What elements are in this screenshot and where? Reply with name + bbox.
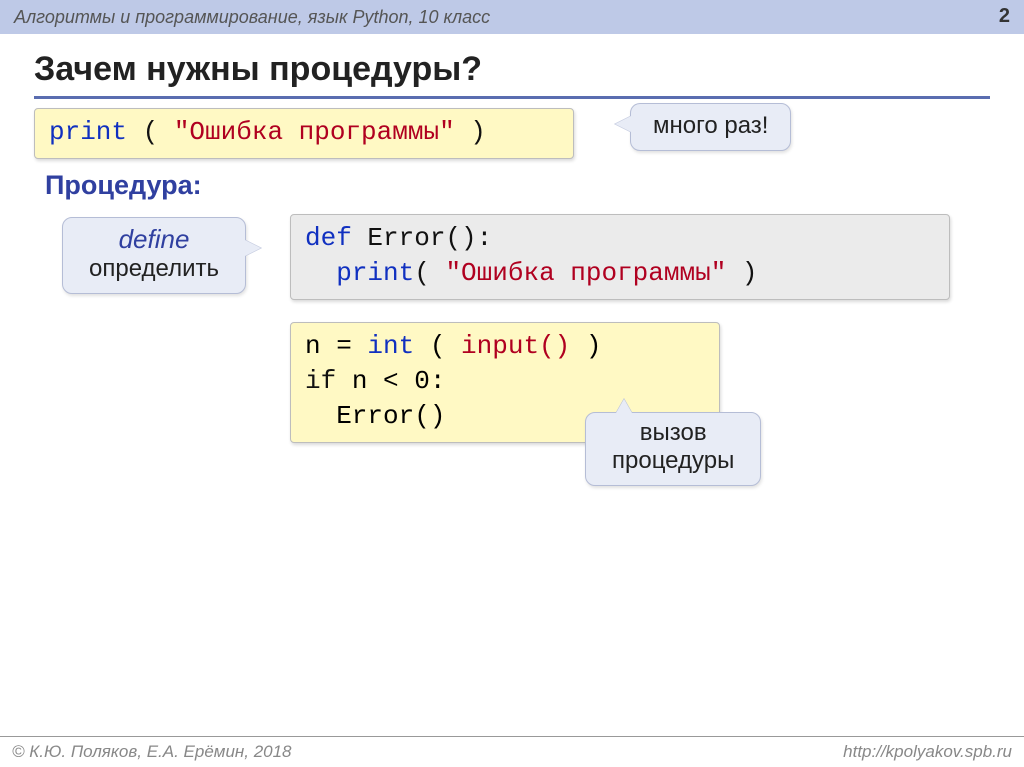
- string-literal: "Ошибка программы": [174, 117, 455, 147]
- course-title: Алгоритмы и программирование, язык Pytho…: [14, 7, 490, 28]
- callout-many-times: много раз!: [630, 103, 791, 151]
- callout-text: много раз!: [653, 112, 768, 139]
- code-call: Error(): [305, 401, 445, 431]
- define-word: define: [89, 224, 219, 255]
- title-rule: [34, 96, 990, 99]
- callout-line1: вызов: [612, 419, 734, 447]
- callout-line2: процедуры: [612, 447, 734, 475]
- keyword-def: def: [305, 223, 352, 253]
- indent: [305, 258, 336, 288]
- code-text: (: [414, 331, 461, 361]
- code-block-def: def Error(): print( "Ошибка программы" ): [290, 214, 950, 300]
- callout-tail: [615, 116, 631, 132]
- function-decl: Error():: [352, 223, 492, 253]
- define-meaning: определить: [89, 255, 219, 283]
- code-text: n < 0:: [336, 366, 445, 396]
- code-text: n =: [305, 331, 367, 361]
- paren-open: (: [414, 258, 445, 288]
- keyword-if: if: [305, 366, 336, 396]
- callout-define: define определить: [62, 217, 246, 294]
- subtitle-procedure: Процедура:: [45, 170, 202, 201]
- callout-call-procedure: вызов процедуры: [585, 412, 761, 486]
- paren-close: ): [726, 258, 757, 288]
- keyword-print: print: [336, 258, 414, 288]
- callout-tail: [616, 399, 632, 413]
- code-text: ): [570, 331, 601, 361]
- slide-header: Алгоритмы и программирование, язык Pytho…: [0, 0, 1024, 34]
- paren-close: ): [455, 117, 486, 147]
- keyword-input: input(): [461, 331, 570, 361]
- string-literal: "Ошибка программы": [445, 258, 726, 288]
- callout-tail: [245, 240, 261, 256]
- footer-url: http://kpolyakov.spb.ru: [843, 742, 1012, 762]
- keyword-print: print: [49, 117, 127, 147]
- page-number: 2: [999, 5, 1010, 28]
- footer-copyright: © К.Ю. Поляков, Е.А. Ерёмин, 2018: [12, 742, 292, 762]
- slide-footer: © К.Ю. Поляков, Е.А. Ерёмин, 2018 http:/…: [0, 736, 1024, 767]
- keyword-int: int: [367, 331, 414, 361]
- paren-open: (: [127, 117, 174, 147]
- code-block-print: print ( "Ошибка программы" ): [34, 108, 574, 159]
- slide-title: Зачем нужны процедуры?: [34, 50, 482, 89]
